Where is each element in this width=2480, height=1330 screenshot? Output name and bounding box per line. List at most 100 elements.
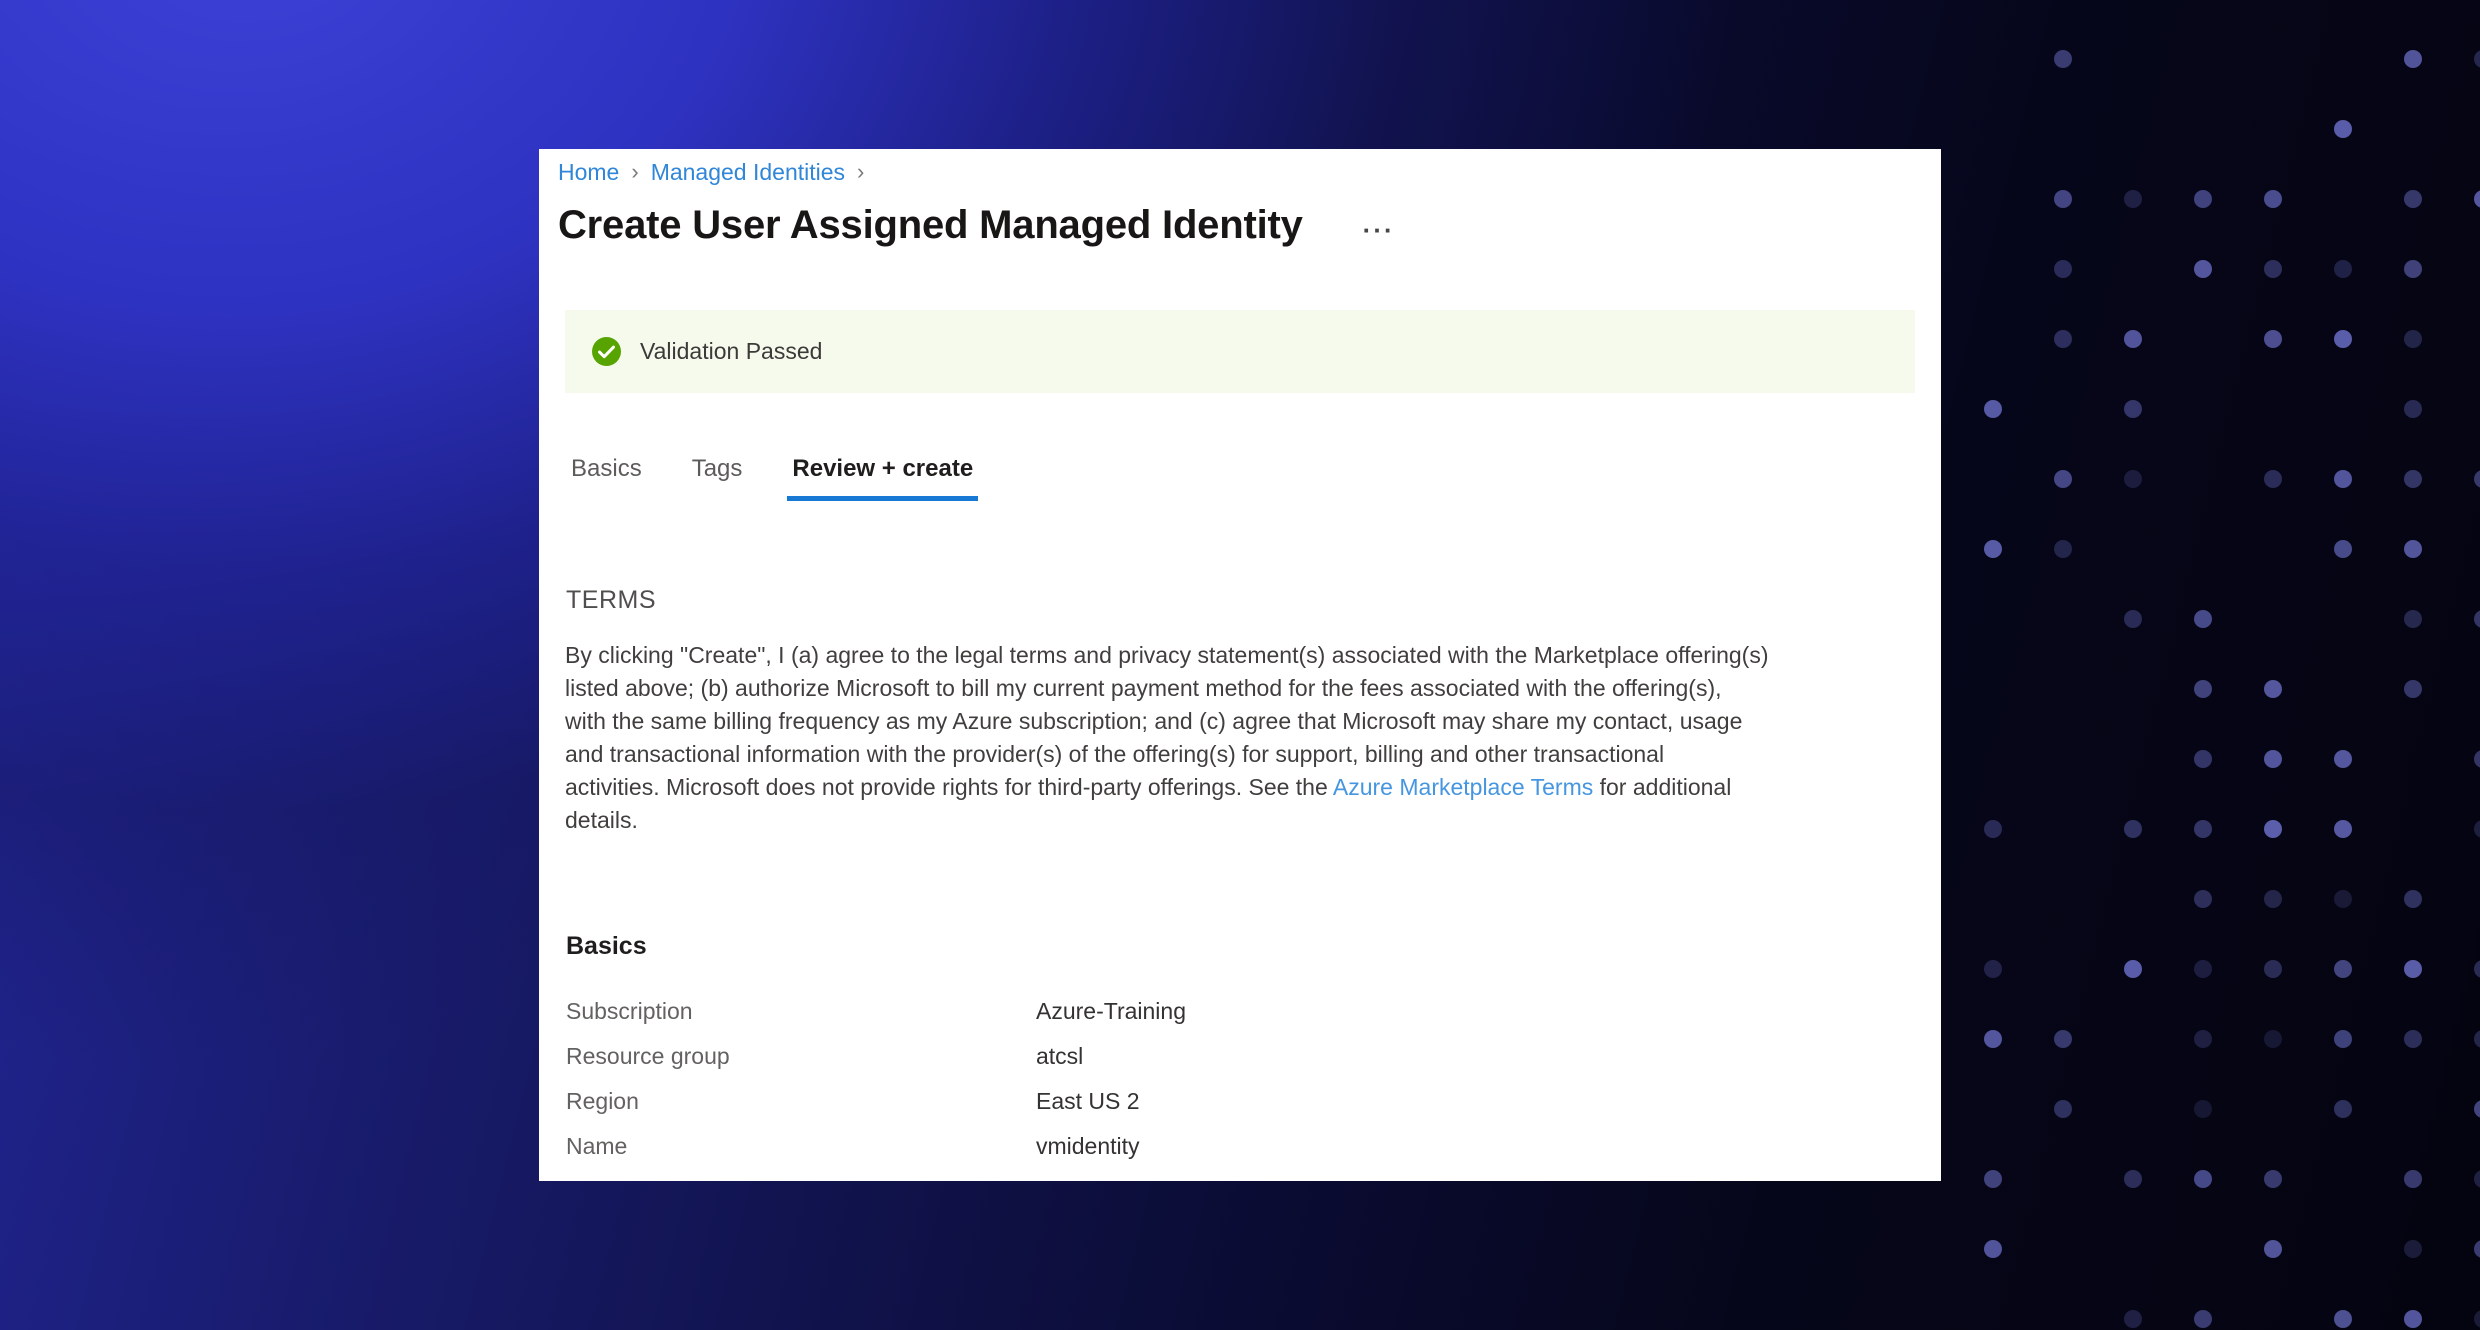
background-dot	[2334, 820, 2352, 838]
background-dot	[2264, 750, 2282, 768]
background-dot	[2054, 260, 2072, 278]
background-dot	[2264, 680, 2282, 698]
background-dot	[2404, 540, 2422, 558]
background-dot	[2054, 330, 2072, 348]
background-dot	[2194, 190, 2212, 208]
background-dot	[1984, 820, 2002, 838]
background-dot	[2474, 1240, 2480, 1258]
background-dot	[2124, 960, 2142, 978]
background-dot	[2054, 470, 2072, 488]
background-dot	[2194, 1100, 2212, 1118]
background-dot	[2334, 890, 2352, 908]
background-dot	[2334, 1030, 2352, 1048]
basics-section-heading: Basics	[566, 932, 647, 961]
background-dot	[2264, 190, 2282, 208]
row-value-resource-group: atcsl	[1036, 1043, 1083, 1070]
terms-paragraph: By clicking "Create", I (a) agree to the…	[565, 639, 1875, 837]
background-dot	[2404, 960, 2422, 978]
background-dot	[2404, 1170, 2422, 1188]
background-dot	[2404, 890, 2422, 908]
background-dot	[2404, 610, 2422, 628]
background-dot	[2474, 1030, 2480, 1048]
background-dot	[2054, 190, 2072, 208]
background-dot	[2404, 190, 2422, 208]
background-dot	[2334, 1310, 2352, 1328]
background-dot	[2404, 260, 2422, 278]
background-dot	[2264, 1030, 2282, 1048]
background-dot	[2474, 470, 2480, 488]
table-row: Region East US 2	[566, 1079, 1906, 1124]
background-dot	[2264, 1170, 2282, 1188]
background-dot	[1984, 1170, 2002, 1188]
background-dot	[2334, 540, 2352, 558]
background-dot	[2404, 50, 2422, 68]
background-dot	[2264, 330, 2282, 348]
breadcrumb: Home › Managed Identities ›	[558, 159, 876, 186]
background-dot	[2124, 400, 2142, 418]
row-label-resource-group: Resource group	[566, 1043, 1036, 1070]
table-row: Resource group atcsl	[566, 1034, 1906, 1079]
background-dot	[2194, 1170, 2212, 1188]
background-dot	[2474, 1100, 2480, 1118]
background-dot	[2404, 1310, 2422, 1328]
background-dot	[2124, 190, 2142, 208]
row-label-region: Region	[566, 1088, 1036, 1115]
background-dot	[2474, 190, 2480, 208]
background-dot	[2474, 1310, 2480, 1328]
tab-tags[interactable]: Tags	[687, 455, 748, 501]
background-dot	[2474, 820, 2480, 838]
breadcrumb-managed-identities-link[interactable]: Managed Identities	[651, 159, 845, 186]
background-dot	[2334, 260, 2352, 278]
breadcrumb-separator-icon: ›	[631, 159, 638, 185]
background-dot	[2124, 820, 2142, 838]
breadcrumb-home-link[interactable]: Home	[558, 159, 619, 186]
background-dot	[2404, 1240, 2422, 1258]
background-dot	[2404, 1030, 2422, 1048]
background-dot	[2054, 50, 2072, 68]
background-dot	[2404, 680, 2422, 698]
validation-banner: Validation Passed	[565, 310, 1915, 393]
background-dot	[2334, 1100, 2352, 1118]
tab-review-create[interactable]: Review + create	[787, 455, 978, 501]
breadcrumb-separator-icon: ›	[857, 159, 864, 185]
tab-bar: Basics Tags Review + create	[566, 455, 1018, 501]
background-dot	[1984, 400, 2002, 418]
background-dot	[2334, 470, 2352, 488]
background-dot	[2264, 960, 2282, 978]
background-dot	[2474, 960, 2480, 978]
background-dot	[2264, 1240, 2282, 1258]
background-dot	[2054, 1100, 2072, 1118]
background-dot	[2334, 120, 2352, 138]
row-value-subscription: Azure-Training	[1036, 998, 1186, 1025]
background-dot	[2194, 610, 2212, 628]
background-dot	[2124, 330, 2142, 348]
azure-portal-blade: Home › Managed Identities › Create User Ass…	[539, 149, 1941, 1181]
background-dot	[2404, 400, 2422, 418]
background-dot	[2404, 330, 2422, 348]
background-dot	[2194, 680, 2212, 698]
background-dot	[2124, 1310, 2142, 1328]
background-dot	[2264, 890, 2282, 908]
background-dot	[1984, 1240, 2002, 1258]
success-check-icon	[592, 337, 621, 366]
terms-heading: TERMS	[566, 586, 656, 615]
page-title: Create User Assigned Managed Identity	[558, 203, 1303, 248]
background-dot	[2334, 330, 2352, 348]
background-dot	[2474, 610, 2480, 628]
row-label-name: Name	[566, 1133, 1036, 1160]
background-dot	[2124, 1170, 2142, 1188]
tab-basics[interactable]: Basics	[566, 455, 647, 501]
background-dot	[1984, 960, 2002, 978]
background-dot	[2264, 470, 2282, 488]
background-dot	[2334, 750, 2352, 768]
review-summary: Subscription Azure-Training Resource gro…	[566, 989, 1906, 1169]
background-dot	[2474, 1170, 2480, 1188]
row-value-region: East US 2	[1036, 1088, 1140, 1115]
more-options-icon[interactable]: ···	[1357, 216, 1401, 244]
desktop-background: { "breadcrumb": { "items": ["Home", "Man…	[0, 0, 2480, 1330]
azure-marketplace-terms-link[interactable]: Azure Marketplace Terms	[1333, 774, 1593, 800]
background-dot	[2194, 820, 2212, 838]
background-dot	[2194, 890, 2212, 908]
validation-message: Validation Passed	[640, 338, 822, 365]
background-dot	[2194, 260, 2212, 278]
